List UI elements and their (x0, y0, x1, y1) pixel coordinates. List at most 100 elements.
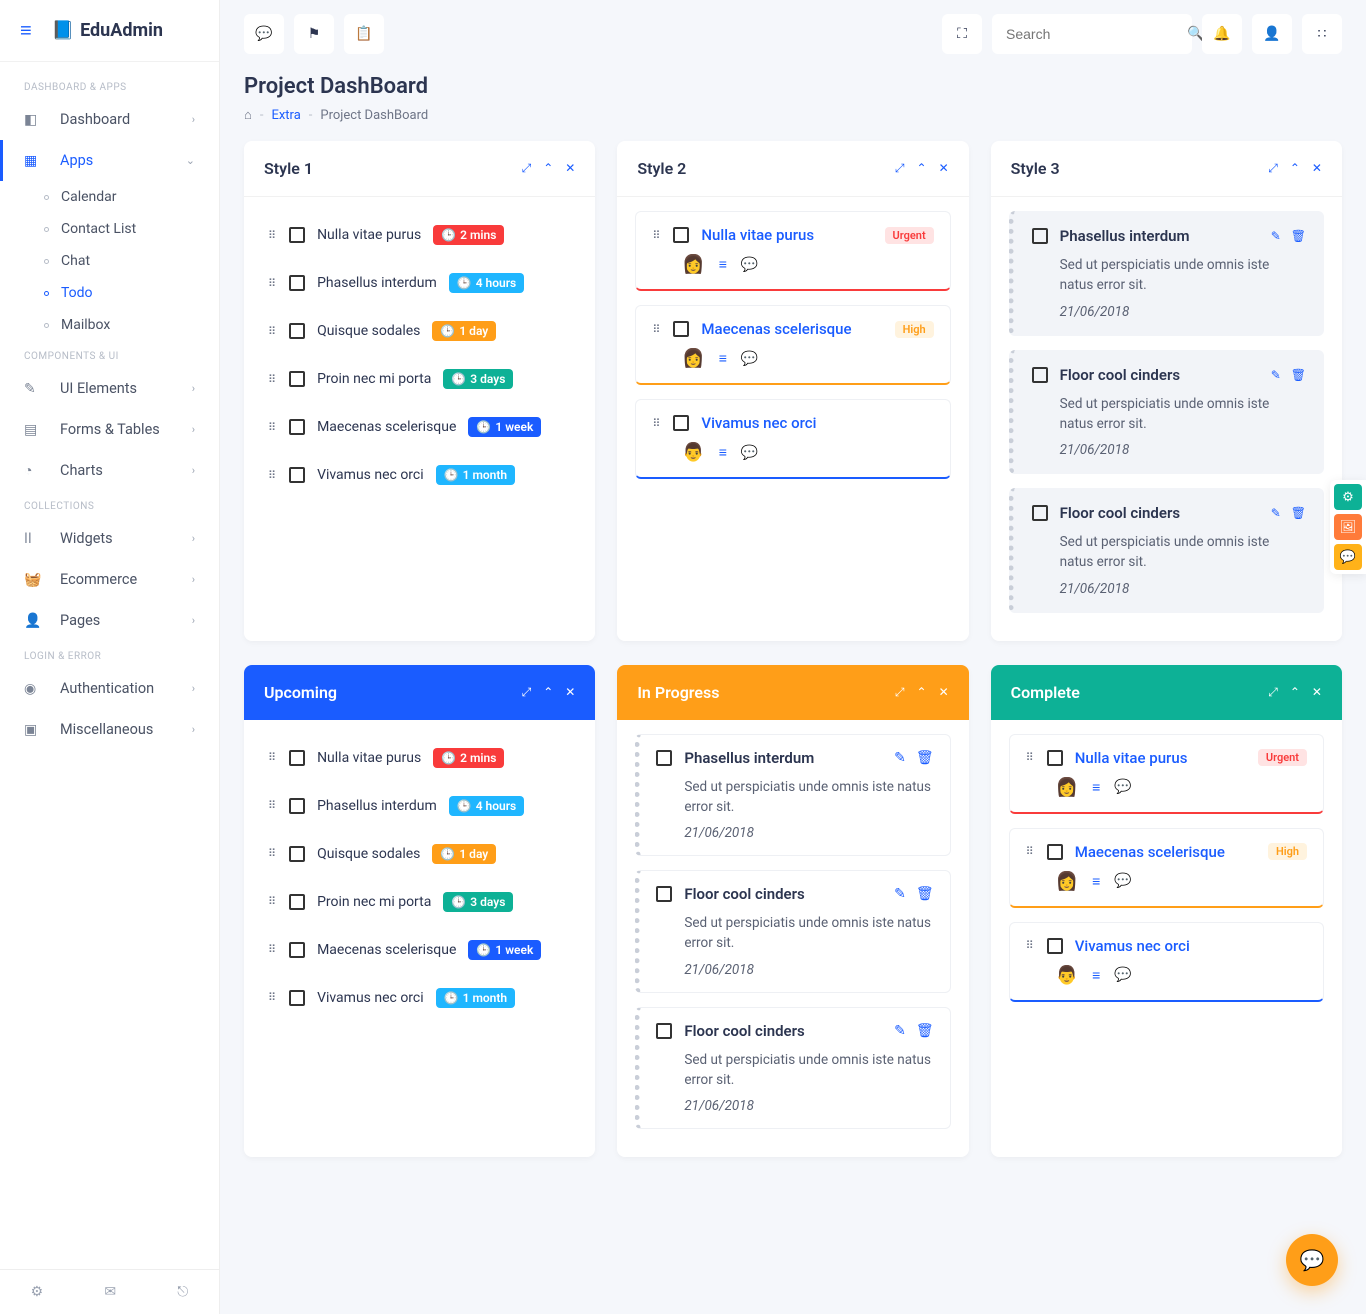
list-icon[interactable]: ≡ (1092, 873, 1100, 890)
comment-icon[interactable]: 💬 (741, 257, 758, 273)
drag-handle-icon[interactable]: ⠿ (652, 323, 661, 336)
task-checkbox[interactable] (673, 227, 689, 243)
drag-handle-icon[interactable]: ⠿ (268, 229, 277, 242)
task-checkbox[interactable] (289, 750, 305, 766)
edit-icon[interactable]: ✎ (894, 750, 906, 766)
sidebar-item-ui[interactable]: ✎ UI Elements › (0, 368, 219, 409)
delete-icon[interactable]: 🗑 (1291, 506, 1306, 520)
drag-handle-icon[interactable]: ⠿ (268, 421, 277, 434)
mail-icon[interactable]: ✉ (104, 1284, 116, 1300)
edit-icon[interactable]: ✎ (1271, 229, 1281, 243)
drag-handle-icon[interactable]: ⠿ (268, 847, 277, 860)
task-checkbox[interactable] (289, 371, 305, 387)
drag-handle-icon[interactable]: ⠿ (268, 751, 277, 764)
sidebar-item-pages[interactable]: 👤 Pages › (0, 600, 219, 641)
notifications-button[interactable]: 🔔 (1202, 14, 1242, 54)
expand-icon[interactable]: ⤢ (522, 685, 532, 700)
drag-handle-icon[interactable]: ⠿ (268, 895, 277, 908)
task-checkbox[interactable] (289, 798, 305, 814)
close-icon[interactable]: ✕ (565, 161, 575, 176)
drag-handle-icon[interactable]: ⠿ (268, 943, 277, 956)
delete-icon[interactable]: 🗑 (916, 1023, 934, 1039)
fullscreen-button[interactable]: ⛶ (942, 14, 982, 54)
list-icon[interactable]: ≡ (1092, 779, 1100, 796)
task-checkbox[interactable] (289, 894, 305, 910)
close-icon[interactable]: ✕ (1312, 685, 1322, 700)
sidebar-sub-contact[interactable]: Contact List (44, 213, 219, 245)
comment-icon[interactable]: 💬 (741, 351, 758, 367)
expand-icon[interactable]: ⤢ (522, 161, 532, 176)
task-checkbox[interactable] (289, 990, 305, 1006)
breadcrumb-extra[interactable]: Extra (271, 108, 300, 123)
sidebar-item-dashboard[interactable]: ◧ Dashboard › (0, 99, 219, 140)
logo[interactable]: 📘 EduAdmin (52, 20, 163, 41)
settings-icon[interactable]: ⚙ (31, 1284, 44, 1300)
task-checkbox[interactable] (289, 323, 305, 339)
expand-icon[interactable]: ⤢ (895, 685, 905, 700)
sidebar-item-apps[interactable]: ▦ Apps ⌄ (0, 140, 219, 181)
task-checkbox[interactable] (1032, 367, 1048, 383)
drag-handle-icon[interactable]: ⠿ (652, 229, 661, 242)
edit-icon[interactable]: ✎ (894, 886, 906, 902)
close-icon[interactable]: ✕ (939, 685, 949, 700)
expand-icon[interactable]: ⤢ (1268, 685, 1278, 700)
delete-icon[interactable]: 🗑 (916, 886, 934, 902)
expand-icon[interactable]: ⤢ (1268, 161, 1278, 176)
home-icon[interactable]: ⌂ (244, 107, 252, 123)
list-icon[interactable]: ≡ (719, 350, 727, 367)
sidebar-item-ecommerce[interactable]: 🧺 Ecommerce › (0, 559, 219, 600)
task-checkbox[interactable] (1047, 750, 1063, 766)
edit-icon[interactable]: ✎ (1271, 368, 1281, 382)
edit-icon[interactable]: ✎ (1271, 506, 1281, 520)
task-checkbox[interactable] (656, 1023, 672, 1039)
task-checkbox[interactable] (289, 942, 305, 958)
clipboard-button[interactable]: 📋 (344, 14, 384, 54)
task-checkbox[interactable] (1047, 938, 1063, 954)
close-icon[interactable]: ✕ (939, 161, 949, 176)
drag-handle-icon[interactable]: ⠿ (1026, 845, 1035, 858)
search-input[interactable] (1006, 26, 1187, 42)
sidebar-sub-mailbox[interactable]: Mailbox (44, 309, 219, 341)
drag-handle-icon[interactable]: ⠿ (268, 325, 277, 338)
task-checkbox[interactable] (289, 227, 305, 243)
delete-icon[interactable]: 🗑 (1291, 229, 1306, 243)
collapse-icon[interactable]: ⌃ (917, 685, 927, 700)
list-icon[interactable]: ≡ (1092, 967, 1100, 984)
drag-handle-icon[interactable]: ⠿ (268, 277, 277, 290)
sidebar-sub-todo[interactable]: Todo (44, 277, 219, 309)
tool-image-icon[interactable]: 🖼 (1334, 514, 1362, 540)
comment-icon[interactable]: 💬 (1114, 967, 1131, 983)
list-icon[interactable]: ≡ (719, 444, 727, 461)
sidebar-item-misc[interactable]: ▣ Miscellaneous › (0, 709, 219, 750)
sidebar-sub-chat[interactable]: Chat (44, 245, 219, 277)
messages-button[interactable]: 💬 (244, 14, 284, 54)
comment-icon[interactable]: 💬 (741, 445, 758, 461)
drag-handle-icon[interactable]: ⠿ (1026, 939, 1035, 952)
delete-icon[interactable]: 🗑 (1291, 368, 1306, 382)
expand-icon[interactable]: ⤢ (895, 161, 905, 176)
task-checkbox[interactable] (1032, 505, 1048, 521)
comment-icon[interactable]: 💬 (1114, 873, 1131, 889)
task-checkbox[interactable] (289, 419, 305, 435)
collapse-icon[interactable]: ⌃ (543, 685, 553, 700)
task-checkbox[interactable] (1047, 844, 1063, 860)
collapse-icon[interactable]: ⌃ (1290, 161, 1300, 176)
task-checkbox[interactable] (289, 467, 305, 483)
delete-icon[interactable]: 🗑 (916, 750, 934, 766)
close-icon[interactable]: ✕ (565, 685, 575, 700)
close-icon[interactable]: ✕ (1312, 161, 1322, 176)
task-checkbox[interactable] (1032, 228, 1048, 244)
collapse-icon[interactable]: ⌃ (917, 161, 927, 176)
edit-icon[interactable]: ✎ (894, 1023, 906, 1039)
task-checkbox[interactable] (289, 846, 305, 862)
drag-handle-icon[interactable]: ⠿ (268, 469, 277, 482)
drag-handle-icon[interactable]: ⠿ (268, 991, 277, 1004)
tool-gear-icon[interactable]: ⚙ (1334, 484, 1362, 510)
sidebar-sub-calendar[interactable]: Calendar (44, 181, 219, 213)
drag-handle-icon[interactable]: ⠿ (268, 373, 277, 386)
task-checkbox[interactable] (656, 886, 672, 902)
sidebar-item-auth[interactable]: ◉ Authentication › (0, 668, 219, 709)
user-button[interactable]: 👤 (1252, 14, 1292, 54)
drag-handle-icon[interactable]: ⠿ (1026, 751, 1035, 764)
logout-icon[interactable]: ⎋ (177, 1284, 188, 1300)
